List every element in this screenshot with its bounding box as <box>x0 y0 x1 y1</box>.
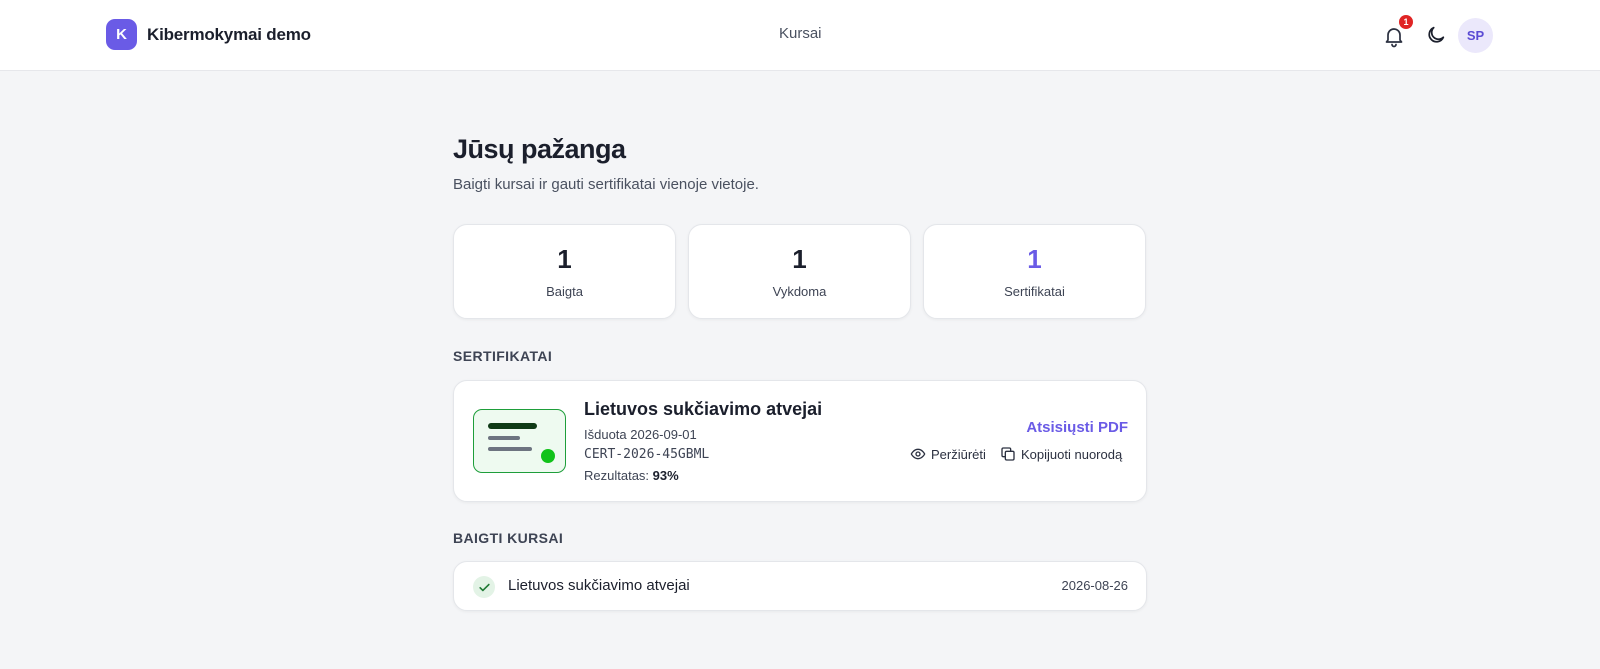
certificate-issued-date: Išduota 2026-09-01 <box>584 427 697 442</box>
moon-icon <box>1428 26 1445 43</box>
stat-value: 1 <box>792 244 807 274</box>
copy-link-button[interactable]: Kopijuoti nuorodą <box>1000 446 1122 462</box>
stat-label: Sertifikatai <box>1004 284 1065 299</box>
stat-value: 1 <box>1027 244 1042 274</box>
page-title: Jūsų pažanga <box>453 134 626 164</box>
certificate-score: Rezultatas: 93% <box>584 468 679 483</box>
view-certificate-button[interactable]: Peržiūrėti <box>910 446 986 462</box>
certificate-title: Lietuvos sukčiavimo atvejai <box>584 399 823 419</box>
page-subtitle: Baigti kursai ir gauti sertifikatai vien… <box>453 176 759 193</box>
score-value: 93% <box>652 468 679 483</box>
stat-label: Baigta <box>546 284 583 299</box>
check-icon <box>473 576 495 598</box>
user-avatar[interactable]: SP <box>1458 18 1493 53</box>
stat-card-in-progress: 1 Vykdoma <box>688 224 911 319</box>
completed-course-name: Lietuvos sukčiavimo atvejai <box>508 577 690 594</box>
brand-logo: K <box>106 19 137 50</box>
completed-course-row[interactable]: Lietuvos sukčiavimo atvejai 2026-08-26 <box>453 561 1147 611</box>
theme-toggle-button[interactable] <box>1425 24 1447 46</box>
certificates-section-heading: SERTIFIKATAI <box>453 348 553 364</box>
nav-link-courses[interactable]: Kursai <box>779 25 822 42</box>
stat-value: 1 <box>557 244 572 274</box>
stat-card-completed: 1 Baigta <box>453 224 676 319</box>
certificate-card: Lietuvos sukčiavimo atvejai Išduota 2026… <box>453 380 1147 502</box>
notification-badge: 1 <box>1399 15 1413 29</box>
stat-card-certificates: 1 Sertifikatai <box>923 224 1146 319</box>
download-pdf-link[interactable]: Atsisiųsti PDF <box>1026 419 1128 436</box>
completed-courses-section-heading: BAIGTI KURSAI <box>453 530 564 546</box>
score-label: Rezultatas: <box>584 468 650 483</box>
certificate-code: CERT-2026-45GBML <box>584 447 710 462</box>
eye-icon <box>910 448 926 460</box>
brand-link[interactable]: K Kibermokymai demo <box>106 19 311 50</box>
copy-icon <box>1001 447 1015 461</box>
completed-course-date: 2026-08-26 <box>1061 578 1129 593</box>
view-label: Peržiūrėti <box>931 446 986 462</box>
copy-label: Kopijuoti nuorodą <box>1021 446 1123 462</box>
top-navigation-bar: K Kibermokymai demo Kursai 1 SP <box>0 0 1600 71</box>
certificate-thumbnail-icon <box>473 409 566 473</box>
brand-name: Kibermokymai demo <box>147 24 311 44</box>
stat-label: Vykdoma <box>772 284 827 299</box>
